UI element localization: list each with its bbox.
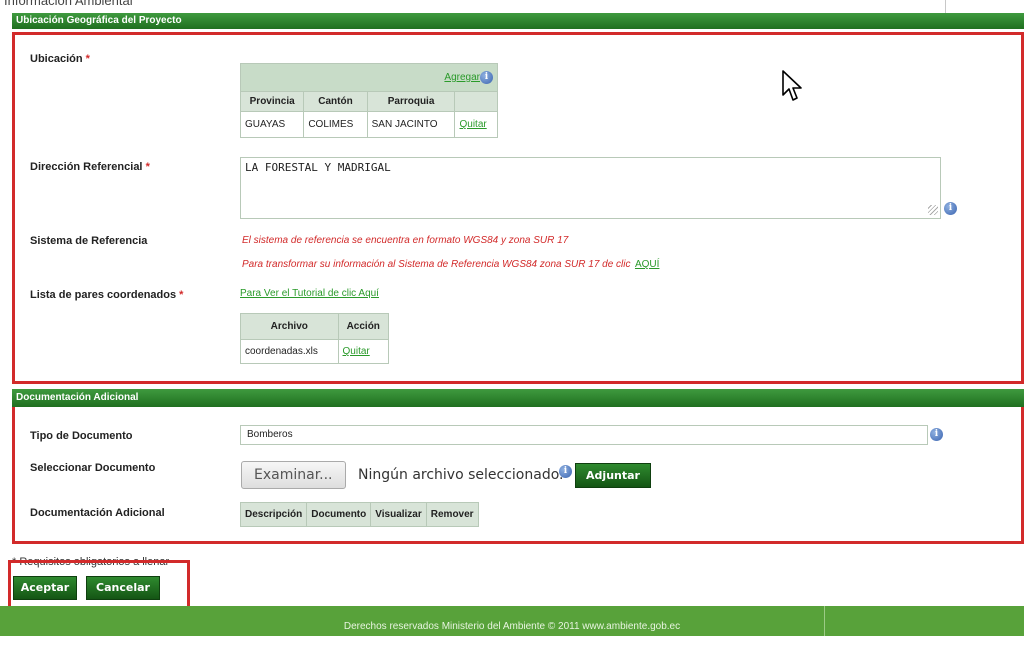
browse-button[interactable]: Examinar... — [241, 461, 346, 489]
column-header-action — [454, 91, 498, 112]
seleccionar-label: Seleccionar Documento — [30, 462, 156, 474]
agregar-link[interactable]: Agregar — [444, 72, 480, 83]
required-mark: * — [85, 53, 90, 65]
documents-table: Descripción Documento Visualizar Remover — [239, 502, 479, 527]
lista-label-text: Lista de pares coordenados — [30, 289, 177, 301]
section-header-ubicacion: Ubicación Geográfica del Proyecto — [12, 13, 1024, 29]
cell-accion: Quitar — [337, 339, 390, 364]
doc-adicional-label: Documentación Adicional — [30, 507, 165, 519]
required-mark: * — [145, 161, 150, 173]
page-top-title: Información Ambiental — [4, 0, 133, 8]
required-mark: * — [179, 289, 184, 301]
column-header-visualizar: Visualizar — [370, 502, 427, 527]
page-footer: Derechos reservados Ministerio del Ambie… — [0, 606, 1024, 636]
sistema-label: Sistema de Referencia — [30, 235, 148, 247]
column-header-documento: Documento — [306, 502, 372, 527]
sistema-note-1: El sistema de referencia se encuentra en… — [242, 235, 569, 246]
column-header-canton: Cantón — [303, 91, 368, 112]
table-row: coordenadas.xls Quitar — [240, 339, 390, 364]
cancelar-button[interactable]: Cancelar — [86, 576, 160, 600]
column-header-provincia: Provincia — [239, 91, 305, 112]
divider — [824, 606, 825, 636]
divider — [945, 0, 946, 13]
coordinates-file-table: Archivo Acción coordenadas.xls Quitar — [240, 313, 390, 364]
tipo-documento-field[interactable]: Bomberos — [240, 425, 928, 445]
sistema-note-2: Para transformar su información al Siste… — [242, 254, 659, 272]
cell-canton: COLIMES — [303, 111, 368, 138]
aqui-link[interactable]: AQUÍ — [635, 259, 659, 270]
adjuntar-button[interactable]: Adjuntar — [575, 463, 651, 488]
direccion-label: Dirección Referencial * — [30, 161, 150, 173]
tutorial-link-wrap: Para Ver el Tutorial de clic Aquí — [240, 283, 379, 301]
quitar-file-link[interactable]: Quitar — [343, 346, 370, 357]
quitar-location-link[interactable]: Quitar — [459, 119, 486, 130]
tipo-label: Tipo de Documento — [30, 430, 133, 442]
column-header-descripcion: Descripción — [239, 502, 308, 527]
info-icon[interactable]: i — [944, 202, 957, 215]
info-icon[interactable]: i — [559, 465, 572, 478]
tutorial-link[interactable]: Para Ver el Tutorial de clic Aquí — [240, 288, 379, 299]
file-status-text: Ningún archivo seleccionado. — [358, 467, 564, 483]
mouse-cursor-icon — [782, 70, 802, 101]
cell-action: Quitar — [454, 111, 498, 138]
resize-grip-icon[interactable] — [928, 205, 938, 215]
direccion-textarea[interactable] — [240, 157, 941, 219]
cell-parroquia: SAN JACINTO — [366, 111, 456, 138]
aceptar-button[interactable]: Aceptar — [13, 576, 77, 600]
section-header-documentacion: Documentación Adicional — [12, 389, 1024, 407]
info-icon[interactable]: i — [930, 428, 943, 441]
ubicacion-label-text: Ubicación — [30, 53, 83, 65]
lista-label: Lista de pares coordenados * — [30, 289, 183, 301]
column-header-accion: Acción — [337, 313, 390, 340]
info-icon[interactable]: i — [480, 71, 493, 84]
column-header-archivo: Archivo — [240, 313, 339, 340]
sistema-note-2-text: Para transformar su información al Siste… — [242, 259, 631, 270]
direccion-label-text: Dirección Referencial — [30, 161, 143, 173]
location-table: Agregar i Provincia Cantón Parroquia GUAY… — [239, 63, 498, 138]
cell-provincia: GUAYAS — [239, 111, 305, 138]
ubicacion-label: Ubicación * — [30, 53, 90, 65]
cell-archivo: coordenadas.xls — [240, 339, 339, 364]
location-table-toolbar: Agregar i — [240, 63, 498, 92]
column-header-remover: Remover — [425, 502, 479, 527]
table-row: GUAYAS COLIMES SAN JACINTO Quitar — [239, 111, 498, 138]
column-header-parroquia: Parroquia — [366, 91, 456, 112]
